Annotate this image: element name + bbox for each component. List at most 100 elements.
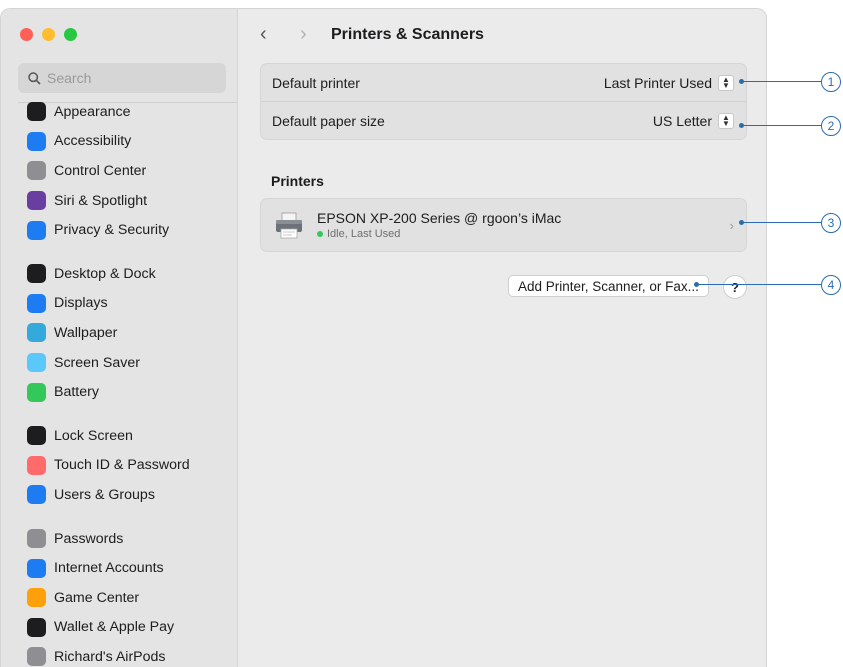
sidebar-item-displays[interactable]: Displays xyxy=(27,289,237,319)
callout-4-number: 4 xyxy=(821,275,841,295)
key-icon xyxy=(27,529,46,549)
sidebar-item-label: Appearance xyxy=(54,103,131,120)
callout-3-line xyxy=(742,222,822,223)
zoom-button[interactable] xyxy=(64,28,77,41)
add-printer-button[interactable]: Add Printer, Scanner, or Fax... xyxy=(508,275,709,297)
battery-icon xyxy=(27,382,46,402)
sidebar-item-label: Users & Groups xyxy=(54,486,155,503)
sidebar-item-desktop-dock[interactable]: Desktop & Dock xyxy=(27,259,237,289)
settings-window: Search Appearance Accessibility Control Ce… xyxy=(0,8,767,667)
printer-name: EPSON XP-200 Series @ rgoon’s iMac xyxy=(317,210,562,226)
close-button[interactable] xyxy=(20,28,33,41)
default-paper-value: US Letter xyxy=(652,112,712,129)
sidebar-item-richard-s-airpods[interactable]: Richard's AirPods xyxy=(27,642,237,667)
page-title: Printers & Scanners xyxy=(331,26,484,43)
help-button[interactable]: ? xyxy=(723,275,747,299)
printers-group: EPSON XP-200 Series @ rgoon’s iMac Idle,… xyxy=(260,198,747,252)
callout-4-line xyxy=(697,284,822,285)
back-button[interactable]: ‹ xyxy=(260,23,267,46)
siri-icon xyxy=(27,191,46,211)
sidebar-item-privacy-security[interactable]: Privacy & Security xyxy=(27,215,237,245)
sidebar-item-accessibility[interactable]: Accessibility xyxy=(27,127,237,157)
sidebar-item-label: Internet Accounts xyxy=(54,560,164,577)
sidebar-item-label: Accessibility xyxy=(54,133,132,150)
search-field[interactable]: Search xyxy=(18,63,226,93)
search-icon xyxy=(28,71,41,85)
sidebar-item-touch-id-password[interactable]: Touch ID & Password xyxy=(27,451,237,481)
callout-2-number: 2 xyxy=(821,116,841,136)
default-printer-value: Last Printer Used xyxy=(603,74,712,91)
chevron-updown-icon: ▲ ▼ xyxy=(718,74,734,91)
sidebar-item-game-center[interactable]: Game Center xyxy=(27,583,237,613)
callout-3-number: 3 xyxy=(821,213,841,233)
fingerprint-icon xyxy=(27,455,46,475)
search-placeholder: Search xyxy=(47,70,92,86)
default-printer-popup[interactable]: Last Printer Used ▲ ▼ xyxy=(603,74,734,91)
traffic-lights xyxy=(20,28,77,41)
control-center-icon xyxy=(27,161,46,181)
sidebar-item-users-groups[interactable]: Users & Groups xyxy=(27,480,237,510)
sidebar-item-label: Screen Saver xyxy=(54,354,140,371)
wallpaper-icon xyxy=(27,323,46,343)
sidebar-item-label: Wallet & Apple Pay xyxy=(54,619,175,636)
sidebar: Search Appearance Accessibility Control Ce… xyxy=(1,9,238,667)
chevron-right-icon: › xyxy=(729,217,734,233)
sidebar-item-label: Control Center xyxy=(54,162,147,179)
main-pane: ‹ › Printers & Scanners Default printer … xyxy=(238,9,766,667)
sidebar-list: Appearance Accessibility Control Center Sir… xyxy=(27,97,237,667)
sidebar-item-screen-saver[interactable]: Screen Saver xyxy=(27,348,237,378)
callout-2-line xyxy=(742,125,822,126)
printer-status: Idle, Last Used xyxy=(317,228,561,240)
default-paper-popup[interactable]: US Letter ▲ ▼ xyxy=(652,112,734,129)
sidebar-item-internet-accounts[interactable]: Internet Accounts xyxy=(27,553,237,583)
chevron-updown-icon: ▲ ▼ xyxy=(718,112,734,129)
sidebar-item-label: Displays xyxy=(54,295,108,312)
sidebar-item-label: Richard's AirPods xyxy=(54,648,166,665)
sidebar-item-label: Wallpaper xyxy=(54,324,118,341)
sidebar-item-lock-screen[interactable]: Lock Screen xyxy=(27,421,237,451)
defaults-group: Default printer Last Printer Used ▲ ▼ Def… xyxy=(260,63,747,140)
sidebar-item-passwords[interactable]: Passwords xyxy=(27,524,237,554)
printers-section-title: Printers xyxy=(271,173,324,189)
sidebar-item-label: Battery xyxy=(54,384,99,401)
forward-button[interactable]: › xyxy=(300,23,307,46)
default-printer-row: Default printer Last Printer Used ▲ ▼ xyxy=(261,64,746,101)
lock-icon xyxy=(27,426,46,446)
sidebar-item-label: Passwords xyxy=(54,530,124,547)
sidebar-item-wallet-apple-pay[interactable]: Wallet & Apple Pay xyxy=(27,613,237,643)
at-icon xyxy=(27,558,46,578)
printer-icon xyxy=(276,212,302,239)
sidebar-item-appearance[interactable]: Appearance xyxy=(27,97,237,127)
airpods-icon xyxy=(27,647,46,667)
sidebar-item-siri-spotlight[interactable]: Siri & Spotlight xyxy=(27,186,237,216)
sidebar-item-label: Lock Screen xyxy=(54,427,133,444)
default-paper-label: Default paper size xyxy=(272,112,385,129)
minimize-button[interactable] xyxy=(42,28,55,41)
sun-icon xyxy=(27,293,46,313)
sidebar-item-label: Desktop & Dock xyxy=(54,265,156,282)
game-center-icon xyxy=(27,588,46,608)
printer-status-text: Idle, Last Used xyxy=(327,228,401,240)
sidebar-item-label: Touch ID & Password xyxy=(54,457,190,474)
sidebar-item-control-center[interactable]: Control Center xyxy=(27,156,237,186)
sidebar-item-label: Privacy & Security xyxy=(54,222,170,239)
dock-icon xyxy=(27,264,46,284)
appearance-icon xyxy=(27,102,46,122)
screen-saver-icon xyxy=(27,353,46,373)
printer-row[interactable]: EPSON XP-200 Series @ rgoon’s iMac Idle,… xyxy=(261,199,746,251)
accessibility-icon xyxy=(27,131,46,151)
sidebar-item-wallpaper[interactable]: Wallpaper xyxy=(27,318,237,348)
users-icon xyxy=(27,485,46,505)
sidebar-item-label: Siri & Spotlight xyxy=(54,192,148,209)
default-printer-label: Default printer xyxy=(272,74,360,91)
wallet-icon xyxy=(27,617,46,637)
default-paper-row: Default paper size US Letter ▲ ▼ xyxy=(261,101,746,139)
callout-1-number: 1 xyxy=(821,72,841,92)
sidebar-item-battery[interactable]: Battery xyxy=(27,377,237,407)
status-dot-icon xyxy=(317,231,323,237)
sidebar-item-label: Game Center xyxy=(54,589,140,606)
callout-1-line xyxy=(742,81,822,82)
